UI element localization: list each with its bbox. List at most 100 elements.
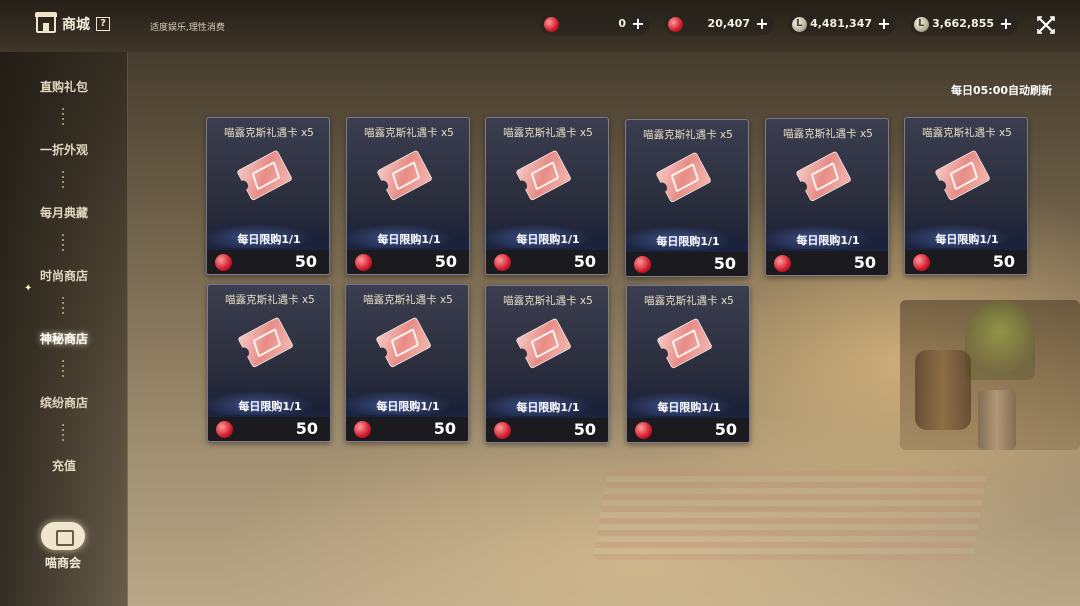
currency-value: 4,481,347 [810, 17, 872, 30]
shop-item-card[interactable]: 喵露克斯礼遇卡 x5 每日限购1/1 50 [345, 284, 469, 442]
background-pot [978, 390, 1016, 450]
price-bar: 50 [626, 252, 748, 276]
add-currency-button[interactable]: + [630, 15, 646, 33]
purchase-limit: 每日限购1/1 [516, 233, 580, 246]
shop-item-card[interactable]: 喵露克斯礼遇卡 x5 每日限购1/1 50 [765, 118, 889, 276]
currency-value: 3,662,855 [932, 17, 994, 30]
sidebar-item-discount-outfit[interactable]: 一折外观 [0, 141, 128, 158]
red-gem-icon [355, 254, 372, 271]
sidebar-item-fashion-shop[interactable]: 时尚商店 [0, 267, 128, 284]
item-price: 50 [573, 252, 596, 271]
purchase-limit: 每日限购1/1 [237, 233, 301, 246]
item-price: 50 [434, 252, 457, 271]
price-bar: 50 [207, 250, 329, 274]
price-bar: 50 [486, 250, 608, 274]
collapse-icon[interactable] [1036, 15, 1056, 35]
currency-value: 0 [618, 17, 626, 30]
item-name: 喵露克斯礼遇卡 x5 [503, 127, 593, 139]
nav-separator [62, 424, 64, 444]
add-currency-button[interactable]: + [754, 15, 770, 33]
cat-club-button[interactable]: 喵商会 [40, 522, 86, 576]
item-name: 喵露克斯礼遇卡 x5 [922, 127, 1012, 139]
sidebar-item-monthly-collection[interactable]: 每月典藏 [0, 204, 128, 221]
purchase-limit: 每日限购1/1 [657, 401, 721, 414]
gift-card-icon [376, 149, 435, 207]
red-gem-icon [216, 421, 233, 438]
item-price: 50 [294, 252, 317, 271]
price-bar: 50 [347, 250, 469, 274]
shop-item-card[interactable]: 喵露克斯礼遇卡 x5 每日限购1/1 50 [346, 117, 470, 275]
shop-item-card[interactable]: 喵露克斯礼遇卡 x5 每日限购1/1 50 [626, 285, 750, 443]
sidebar-divider [127, 52, 128, 606]
item-name: 喵露克斯礼遇卡 x5 [643, 129, 733, 141]
red-gem-icon [215, 254, 232, 271]
silver-coin-icon [914, 17, 929, 32]
shop-item-card[interactable]: 喵露克斯礼遇卡 x5 每日限购1/1 50 [206, 117, 330, 275]
item-price: 50 [295, 419, 318, 438]
purchase-limit: 每日限购1/1 [238, 400, 302, 413]
price-bar: 50 [627, 418, 749, 442]
item-name: 喵露克斯礼遇卡 x5 [363, 294, 453, 306]
help-icon[interactable]: ? [96, 17, 110, 31]
shop-item-card[interactable]: 喵露克斯礼遇卡 x5 每日限购1/1 50 [485, 117, 609, 275]
red-gem-icon [494, 254, 511, 271]
nav-separator [62, 360, 64, 380]
red-gem-icon [913, 254, 930, 271]
top-bar: 商城 ? 适度娱乐,理性消费 0 + 20,407 + 4,481,347 + … [0, 0, 1080, 52]
purchase-limit: 每日限购1/1 [376, 400, 440, 413]
gift-card-icon [237, 316, 296, 374]
item-price: 50 [433, 419, 456, 438]
sidebar-item-colorful-shop[interactable]: 缤纷商店 [0, 394, 128, 411]
purchase-limit: 每日限购1/1 [516, 401, 580, 414]
red-gem-icon [774, 255, 791, 272]
sidebar-item-mystery-shop[interactable]: 神秘商店 [0, 330, 128, 347]
refresh-notice: 每日05:00自动刷新 [950, 84, 1052, 97]
currency-value: 20,407 [707, 17, 750, 30]
price-bar: 50 [766, 251, 888, 275]
item-price: 50 [992, 252, 1015, 271]
cat-club-label: 喵商会 [44, 556, 81, 570]
shop-item-card[interactable]: 喵露克斯礼遇卡 x5 每日限购1/1 50 [207, 284, 331, 442]
price-bar: 50 [905, 250, 1027, 274]
price-bar: 50 [486, 418, 608, 442]
item-name: 喵露克斯礼遇卡 x5 [783, 128, 873, 140]
gift-card-icon [795, 150, 854, 208]
red-gem-icon [634, 256, 651, 273]
sidebar-item-recharge[interactable]: 充值 [0, 457, 128, 474]
item-price: 50 [713, 254, 736, 273]
shop-item-card[interactable]: 喵露克斯礼遇卡 x5 每日限购1/1 50 [904, 117, 1028, 275]
item-price: 50 [853, 253, 876, 272]
active-sparkle-icon: ✦ [24, 283, 33, 294]
currency-red-gem-b: 20,407 + [664, 14, 774, 35]
nav-separator [62, 108, 64, 128]
page-title: 商城 [62, 17, 90, 33]
currency-red-gem-a: 0 + [540, 14, 650, 35]
purchase-limit: 每日限购1/1 [935, 233, 999, 246]
price-bar: 50 [346, 417, 468, 441]
gift-card-icon [655, 151, 714, 209]
shop-item-card[interactable]: 喵露克斯礼遇卡 x5 每日限购1/1 50 [485, 285, 609, 443]
item-price: 50 [573, 420, 596, 439]
shop-item-card[interactable]: 喵露克斯礼遇卡 x5 每日限购1/1 50 [625, 119, 749, 277]
sidebar-item-direct-gift[interactable]: 直购礼包 [0, 78, 128, 95]
item-name: 喵露克斯礼遇卡 x5 [225, 294, 315, 306]
gift-card-icon [236, 149, 295, 207]
currency-silver-coin-b: 3,662,855 + [910, 14, 1018, 35]
red-gem-icon [635, 422, 652, 439]
background-building [900, 300, 1080, 450]
shop-icon [35, 12, 57, 33]
add-currency-button[interactable]: + [876, 15, 892, 33]
red-gem-icon [668, 17, 683, 32]
red-gem-icon [494, 422, 511, 439]
gift-card-icon [934, 149, 993, 207]
item-name: 喵露克斯礼遇卡 x5 [224, 127, 314, 139]
background-plant [965, 300, 1035, 380]
currency-silver-coin-a: 4,481,347 + [788, 14, 896, 35]
gift-card-icon [515, 317, 574, 375]
add-currency-button[interactable]: + [998, 15, 1014, 33]
nav-separator [62, 171, 64, 191]
health-slogan: 适度娱乐,理性消费 [150, 23, 225, 33]
gift-card-icon [515, 149, 574, 207]
nav-separator [62, 297, 64, 317]
background-barrel [915, 350, 971, 430]
